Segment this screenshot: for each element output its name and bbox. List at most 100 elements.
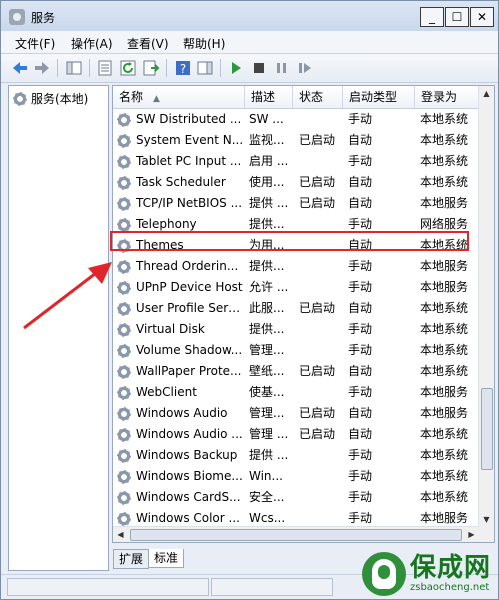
- menu-file[interactable]: 文件(F): [15, 35, 55, 52]
- export-list-icon[interactable]: [142, 59, 160, 77]
- service-description: 壁纸...: [249, 364, 285, 378]
- window-title: 服务: [31, 11, 56, 25]
- table-row[interactable]: Windows Biome... Win... 手动 本地系统: [113, 466, 479, 487]
- vertical-scrollbar[interactable]: ▲ ▼: [478, 86, 494, 527]
- gear-icon: [117, 280, 131, 295]
- service-startup-type: 手动: [348, 490, 373, 504]
- scroll-down-arrow-icon[interactable]: ▼: [479, 512, 494, 527]
- service-logon-as: 本地系统: [420, 364, 469, 378]
- service-name-cell: TCP/IP NetBIOS ...: [117, 193, 245, 214]
- title-bar[interactable]: 服务 _ ☐ ✕: [1, 1, 498, 31]
- service-startup-type: 自动: [348, 196, 373, 210]
- properties-icon[interactable]: [96, 59, 114, 77]
- column-header: 名称 ▲ 描述 状态 启动类型 登录为: [113, 86, 479, 109]
- refresh-icon[interactable]: [119, 59, 137, 77]
- gear-icon: [117, 301, 131, 316]
- menu-help[interactable]: 帮助(H): [183, 35, 225, 52]
- service-name-cell: Task Scheduler: [117, 172, 245, 193]
- table-row[interactable]: Tablet PC Input ... 启用 ... 手动 本地系统: [113, 151, 479, 172]
- service-logon-as: 本地服务: [420, 196, 469, 210]
- vertical-scroll-thumb[interactable]: [481, 388, 493, 470]
- help-icon[interactable]: ?: [174, 59, 192, 77]
- column-status[interactable]: 状态: [293, 86, 343, 108]
- service-description: 管理...: [249, 343, 285, 357]
- table-row[interactable]: Task Scheduler 使用... 已启动 自动 本地系统: [113, 172, 479, 193]
- service-name-cell: WallPaper Prote...: [117, 361, 245, 382]
- table-row[interactable]: Windows Audio 管理... 已启动 自动 本地服务: [113, 403, 479, 424]
- column-desc[interactable]: 描述: [245, 86, 293, 108]
- menu-view[interactable]: 查看(V): [127, 35, 169, 52]
- service-description: 管理...: [249, 406, 285, 420]
- service-name-cell: Windows Biome...: [117, 466, 245, 487]
- service-rows: SW Distributed ... SW ... 手动 本地系统 System Eve…: [113, 109, 479, 529]
- service-description: 提供...: [249, 322, 285, 336]
- scroll-up-arrow-icon[interactable]: ▲: [479, 86, 494, 101]
- service-description: 提供 ...: [249, 448, 289, 462]
- table-row[interactable]: Windows CardS... 安全... 手动 本地系统: [113, 487, 479, 508]
- tab-extended[interactable]: 扩展: [113, 549, 150, 569]
- horizontal-scrollbar[interactable]: ◀ ▶: [113, 526, 479, 542]
- service-name-cell: Volume Shadow...: [117, 340, 245, 361]
- services-list: 名称 ▲ 描述 状态 启动类型 登录为 SW Distributed ... SW …: [112, 85, 495, 543]
- minimize-button[interactable]: _: [420, 7, 444, 27]
- service-logon-as: 本地系统: [420, 301, 469, 315]
- service-startup-type: 手动: [348, 469, 373, 483]
- service-description: 安全...: [249, 490, 285, 504]
- service-startup-type: 手动: [348, 322, 373, 336]
- gear-icon: [117, 448, 131, 463]
- show-hide-action-icon[interactable]: [196, 59, 214, 77]
- gear-icon: [117, 133, 131, 148]
- service-logon-as: 本地系统: [420, 133, 469, 147]
- horizontal-scroll-thumb[interactable]: [130, 529, 462, 541]
- gear-icon: [117, 154, 131, 169]
- svg-text:?: ?: [180, 62, 186, 76]
- service-status: 已启动: [299, 133, 336, 147]
- scroll-right-arrow-icon[interactable]: ▶: [464, 527, 479, 542]
- pause-service-icon[interactable]: [273, 59, 291, 77]
- status-panel-2: [211, 578, 333, 596]
- forward-arrow-icon[interactable]: [33, 59, 51, 77]
- table-row[interactable]: Windows Audio ... 管理 ... 已启动 自动 本地系统: [113, 424, 479, 445]
- table-row[interactable]: Windows Backup 提供 ... 手动 本地系统: [113, 445, 479, 466]
- gear-icon: [117, 385, 131, 400]
- service-description: 允许 ...: [249, 280, 289, 294]
- scroll-left-arrow-icon[interactable]: ◀: [113, 527, 128, 542]
- service-name: Task Scheduler: [136, 175, 226, 189]
- menu-action[interactable]: 操作(A): [71, 35, 113, 52]
- restart-service-icon[interactable]: [296, 59, 314, 77]
- column-name[interactable]: 名称 ▲: [113, 86, 245, 108]
- table-row[interactable]: UPnP Device Host 允许 ... 手动 本地服务: [113, 277, 479, 298]
- service-name-cell: SW Distributed ...: [117, 109, 245, 130]
- maximize-button[interactable]: ☐: [445, 7, 469, 27]
- stop-service-icon[interactable]: [250, 59, 268, 77]
- table-row[interactable]: Volume Shadow... 管理... 手动 本地系统: [113, 340, 479, 361]
- column-startup-type[interactable]: 启动类型: [343, 86, 415, 108]
- service-logon-as: 本地系统: [420, 154, 469, 168]
- tab-standard[interactable]: 标准: [148, 549, 185, 568]
- gear-icon: [117, 217, 131, 232]
- close-button[interactable]: ✕: [470, 7, 494, 27]
- table-row[interactable]: Virtual Disk 提供... 手动 本地系统: [113, 319, 479, 340]
- table-row[interactable]: WallPaper Prote... 壁纸... 已启动 自动 本地系统: [113, 361, 479, 382]
- back-arrow-icon[interactable]: [11, 59, 29, 77]
- tree-item-services-local[interactable]: 服务(本地): [13, 90, 88, 107]
- service-description: 使基...: [249, 385, 285, 399]
- column-logon-as[interactable]: 登录为: [415, 86, 479, 108]
- service-startup-type: 手动: [348, 112, 373, 126]
- service-startup-type: 自动: [348, 175, 373, 189]
- start-service-icon[interactable]: [227, 59, 245, 77]
- service-description: 管理 ...: [249, 427, 289, 441]
- service-startup-type: 自动: [348, 133, 373, 147]
- table-row[interactable]: Thread Orderin... 提供... 手动 本地服务: [113, 256, 479, 277]
- table-row[interactable]: TCP/IP NetBIOS ... 提供 ... 已启动 自动 本地服务: [113, 193, 479, 214]
- table-row[interactable]: System Event N... 监视... 已启动 自动 本地系统: [113, 130, 479, 151]
- service-name-cell: Virtual Disk: [117, 319, 245, 340]
- service-status: 已启动: [299, 175, 336, 189]
- table-row[interactable]: User Profile Serv... 此服... 已启动 自动 本地系统: [113, 298, 479, 319]
- table-row[interactable]: SW Distributed ... SW ... 手动 本地系统: [113, 109, 479, 130]
- table-row[interactable]: WebClient 使基... 手动 本地服务: [113, 382, 479, 403]
- service-startup-type: 自动: [348, 427, 373, 441]
- service-description: 提供 ...: [249, 196, 289, 210]
- show-tree-icon[interactable]: [65, 59, 83, 77]
- service-description: 启用 ...: [249, 154, 289, 168]
